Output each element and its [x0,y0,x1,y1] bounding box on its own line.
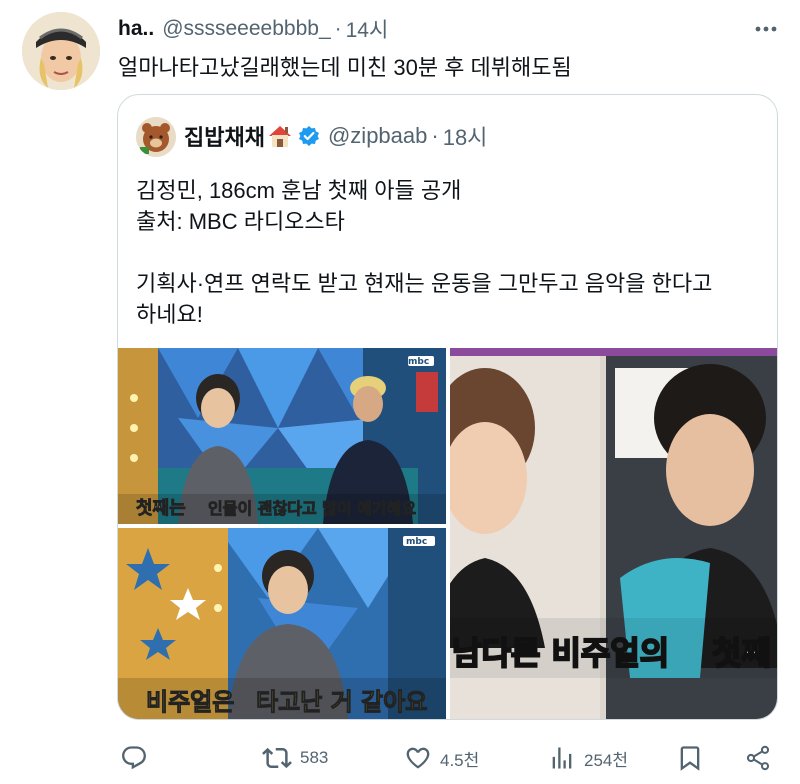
quoted-text-line: 하네요! [136,302,203,327]
bookmark-icon [680,746,700,771]
verified-badge-icon[interactable] [298,125,320,147]
like-count: 4.5천 [440,750,480,770]
media-image-bottom-left[interactable]: 비주얼은 타고난 거 같아요 mbc [118,528,446,719]
media-image-top-left[interactable]: 첫째는 인물이 괜찮다고 많이 얘기해요 mbc [118,348,446,524]
quoted-tweet-header: 집밥채채 @zipbaab · 18시 [184,119,487,153]
author-name[interactable]: ha.. [118,17,154,41]
mbc-logo-icon: mbc [408,357,429,367]
share-button[interactable] [744,736,772,780]
quoted-tweet-time[interactable]: 18시 [443,120,488,152]
views-button[interactable]: 254천 [548,736,628,780]
reply-button[interactable] [120,736,156,780]
quoted-author-name[interactable]: 집밥채채 [184,120,265,152]
media-caption-top-left-a: 첫째는 [136,498,186,519]
media-grid: 첫째는 인물이 괜찮다고 많이 얘기해요 mbc 비주얼은 타고난 거 같아요 … [118,348,777,719]
tweet-text: 얼마나타고났길래했는데 미친 30분 후 데뷔해도됨 [118,55,572,80]
more-options-icon[interactable] [748,14,784,44]
author-avatar[interactable] [22,12,100,90]
media-image-right[interactable]: 남다른 비주얼의 첫째 [450,348,777,719]
tweet-action-bar: 583 4.5천 254천 [0,736,800,780]
like-button[interactable]: 4.5천 [404,736,479,780]
quoted-text-line [136,237,712,268]
quoted-text-line: 출처: MBC 라디오스타 [136,209,345,234]
analytics-icon [552,747,572,769]
author-handle[interactable]: @sssseeeebbbb_ [162,17,330,41]
media-caption-bottom-left-a: 비주얼은 [146,688,234,716]
quoted-text-line: 김정민, 186cm 훈남 첫째 아들 공개 [136,178,462,203]
heart-icon [406,747,430,769]
quoted-text-line: 기획사·연프 연락도 받고 현재는 운동을 그만두고 음악을 한다고 [136,271,713,296]
media-caption-right-b: 첫째 [712,634,771,672]
retweet-button[interactable]: 583 [262,736,328,780]
separator-dot: · [431,123,439,148]
media-caption-bottom-left-b: 타고난 거 같아요 [256,688,427,716]
quoted-tweet-text: 김정민, 186cm 훈남 첫째 아들 공개 출처: MBC 라디오스타 기획사… [136,175,712,330]
retweet-count: 583 [300,748,329,767]
separator-dot: · [334,17,342,40]
media-caption-top-left-b: 인물이 괜찮다고 많이 얘기해요 [208,499,416,518]
views-count: 254천 [584,750,629,770]
quoted-tweet-card[interactable]: 집밥채채 @zipbaab · 18시 김정민, 186cm 훈남 첫째 아들 … [117,94,778,720]
quoted-author-avatar[interactable] [136,117,176,157]
house-emoji-icon [267,124,293,148]
tweet-header: ha.. @sssseeeebbbb_ · 14시 [118,14,388,44]
bookmark-button[interactable] [676,736,704,780]
reply-icon [122,746,146,770]
retweet-icon [262,747,292,769]
media-caption-right-a: 남다른 비주얼의 [452,634,669,672]
share-icon [746,745,770,771]
tweet-time[interactable]: 14시 [346,14,389,44]
mbc-logo-icon: mbc [406,537,427,547]
quoted-author-handle[interactable]: @zipbaab [328,123,427,149]
